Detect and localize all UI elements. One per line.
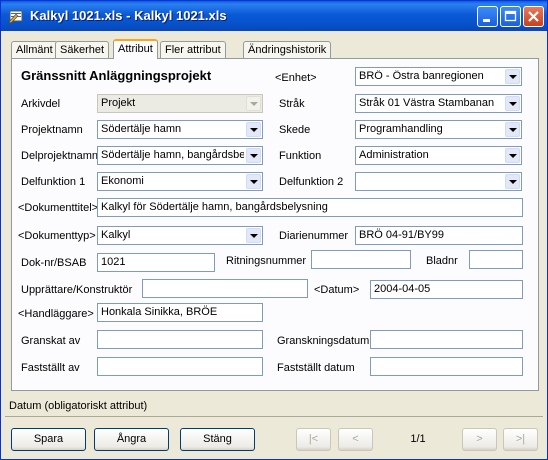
close-icon — [528, 11, 539, 22]
app-icon — [8, 10, 23, 24]
label-strak: Stråk — [279, 98, 305, 110]
label-faststallt-datum: Fastställt datum — [277, 362, 355, 374]
faststallt-datum-field[interactable] — [370, 357, 523, 376]
dropdown-arrow-icon[interactable] — [246, 174, 261, 189]
dropdown-arrow-icon[interactable] — [505, 122, 520, 137]
label-diarienummer: Diarienummer — [279, 230, 349, 242]
last-record-button[interactable]: >| — [503, 428, 538, 451]
projektnamn-select[interactable]: Södertälje hamn — [97, 120, 263, 139]
label-delfunktion2: Delfunktion 2 — [279, 176, 344, 188]
dropdown-arrow-icon — [246, 96, 261, 111]
label-handlaggare: <Handläggare> — [18, 308, 94, 320]
label-bladnr: Bladnr — [426, 255, 458, 267]
close-dialog-button[interactable]: Stäng — [180, 428, 255, 451]
label-doknr: Dok-nr/BSAB — [21, 257, 87, 269]
label-granskningsdatum: Granskningsdatum — [277, 335, 370, 347]
delprojektnamn-value: Södertälje hamn, bangårdsbelysning — [101, 149, 244, 161]
dropdown-arrow-icon[interactable] — [505, 96, 520, 111]
diarienummer-field[interactable]: BRÖ 04-91/BY99 — [355, 226, 523, 245]
funktion-select[interactable]: Administration — [355, 146, 522, 165]
label-enhet: <Enhet> — [275, 72, 317, 84]
dropdown-arrow-icon[interactable] — [505, 148, 520, 163]
projektnamn-value: Södertälje hamn — [101, 123, 182, 135]
label-skede: Skede — [279, 124, 311, 136]
status-bar: Datum (obligatoriskt attribut) — [5, 395, 543, 415]
label-arkivdel: Arkivdel — [21, 98, 61, 110]
dokumenttitel-field[interactable]: Kalkyl för Södertälje hamn, bangårdsbely… — [97, 198, 523, 217]
arkivdel-select: Projekt — [97, 94, 263, 113]
tab-fler-attribut[interactable]: Fler attribut — [160, 41, 226, 58]
tab-allmant[interactable]: Allmänt — [11, 41, 58, 58]
maximize-icon — [504, 10, 517, 22]
handlaggare-field[interactable]: Honkala Sinikka, BRÖE — [97, 303, 263, 322]
title-bar[interactable]: Kalkyl 1021.xls - Kalkyl 1021.xls — [1, 1, 547, 31]
maximize-button[interactable] — [500, 6, 521, 27]
label-datum: <Datum> — [314, 284, 360, 296]
window-title: Kalkyl 1021.xls - Kalkyl 1021.xls — [30, 8, 227, 23]
label-ritningsnummer: Ritningsnummer — [226, 255, 307, 267]
status-text: Datum (obligatoriskt attribut) — [9, 400, 148, 412]
save-button[interactable]: Spara — [11, 428, 86, 451]
doknr-field[interactable]: 1021 — [97, 253, 215, 272]
delfunktion2-select[interactable] — [355, 172, 522, 191]
datum-field[interactable]: 2004-04-05 — [370, 280, 523, 299]
undo-button[interactable]: Ångra — [94, 428, 169, 451]
delfunktion1-value: Ekonomi — [101, 175, 144, 187]
record-counter: 1/1 — [410, 433, 426, 445]
first-record-button[interactable]: |< — [296, 428, 331, 451]
label-granskat: Granskat av — [21, 335, 81, 347]
dropdown-arrow-icon[interactable] — [246, 122, 261, 137]
strak-select[interactable]: Stråk 01 Västra Stambanan — [355, 94, 522, 113]
minimize-button[interactable] — [477, 6, 498, 27]
prev-record-button[interactable]: < — [338, 428, 373, 451]
label-delprojektnamn: Delprojektnamn — [21, 150, 99, 162]
tab-andringshistorik[interactable]: Ändringshistorik — [243, 41, 332, 58]
label-faststallt-av: Fastställt av — [21, 362, 80, 374]
delprojektnamn-select[interactable]: Södertälje hamn, bangårdsbelysning — [97, 146, 263, 165]
dokumenttyp-select[interactable]: Kalkyl — [97, 226, 263, 245]
minimize-icon — [483, 19, 490, 22]
dropdown-arrow-icon[interactable] — [505, 69, 520, 84]
dokumenttyp-value: Kalkyl — [101, 229, 131, 241]
skede-value: Programhandling — [359, 123, 443, 135]
strak-value: Stråk 01 Västra Stambanan — [359, 97, 495, 109]
label-funktion: Funktion — [279, 150, 322, 162]
arkivdel-value: Projekt — [101, 97, 136, 109]
label-delfunktion1: Delfunktion 1 — [21, 176, 86, 188]
funktion-value: Administration — [359, 149, 429, 161]
label-dokumenttyp: <Dokumenttyp> — [18, 230, 96, 242]
faststallt-av-field[interactable] — [97, 357, 263, 376]
granskningsdatum-field[interactable] — [370, 330, 523, 349]
dropdown-arrow-icon[interactable] — [246, 228, 261, 243]
dropdown-arrow-icon[interactable] — [505, 174, 520, 189]
enhet-select[interactable]: BRÖ - Östra banregionen — [355, 67, 522, 86]
label-projektnamn: Projektnamn — [21, 124, 83, 136]
dropdown-arrow-icon[interactable] — [246, 148, 261, 163]
label-upprattare: Upprättare/Konstruktör — [21, 284, 133, 296]
ritningsnummer-field[interactable] — [311, 250, 411, 269]
close-button[interactable] — [523, 6, 544, 27]
delfunktion1-select[interactable]: Ekonomi — [97, 172, 263, 191]
skede-select[interactable]: Programhandling — [355, 120, 522, 139]
next-record-button[interactable]: > — [462, 428, 497, 451]
window: Kalkyl 1021.xls - Kalkyl 1021.xls Allmän… — [0, 0, 548, 460]
divider — [5, 416, 543, 417]
granskat-field[interactable] — [97, 330, 263, 349]
bladnr-field[interactable] — [469, 250, 523, 269]
form-heading: Gränssnitt Anläggningsprojekt — [21, 68, 212, 83]
enhet-value: BRÖ - Östra banregionen — [359, 70, 484, 82]
tab-sakerhet[interactable]: Säkerhet — [55, 41, 110, 58]
label-dokumenttitel: <Dokumenttitel> — [18, 202, 99, 214]
tab-attribut[interactable]: Attribut — [113, 39, 158, 59]
upprattare-field[interactable] — [142, 279, 308, 298]
